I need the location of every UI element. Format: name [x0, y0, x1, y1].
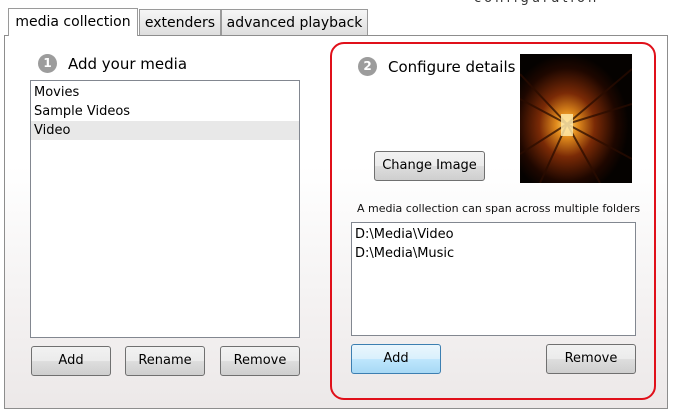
step-configure-details: 2 Configure details	[358, 57, 515, 76]
change-image-button[interactable]: Change Image	[374, 151, 485, 181]
step-number-badge: 1	[38, 54, 57, 73]
tab-media-collection[interactable]: media collection	[8, 8, 138, 36]
step-add-media: 1 Add your media	[38, 54, 187, 73]
list-item[interactable]: Sample Videos	[31, 102, 299, 121]
media-list[interactable]: Movies Sample Videos Video	[30, 80, 300, 338]
tab-extenders[interactable]: extenders	[139, 9, 221, 35]
folders-caption: A media collection can span across multi…	[357, 202, 641, 215]
collection-preview-image	[520, 54, 632, 183]
list-item[interactable]: Movies	[31, 83, 299, 102]
list-item[interactable]: D:\Media\Music	[352, 244, 635, 263]
list-item[interactable]: D:\Media\Video	[352, 225, 635, 244]
list-item-selected[interactable]: Video	[31, 121, 299, 140]
folder-list[interactable]: D:\Media\Video D:\Media\Music	[351, 222, 636, 336]
tab-advanced-playback[interactable]: advanced playback	[221, 9, 368, 35]
rename-button[interactable]: Rename	[125, 346, 205, 376]
add-media-button[interactable]: Add	[31, 346, 111, 376]
remove-folder-button[interactable]: Remove	[546, 344, 636, 374]
add-folder-button[interactable]: Add	[351, 344, 441, 374]
movie-theater-image	[520, 54, 632, 183]
section-heading: Configure details	[388, 57, 516, 76]
remove-media-button[interactable]: Remove	[220, 346, 300, 376]
step-number-badge: 2	[358, 57, 377, 76]
section-heading: Add your media	[68, 54, 188, 73]
app-title: configuration	[474, 0, 599, 6]
